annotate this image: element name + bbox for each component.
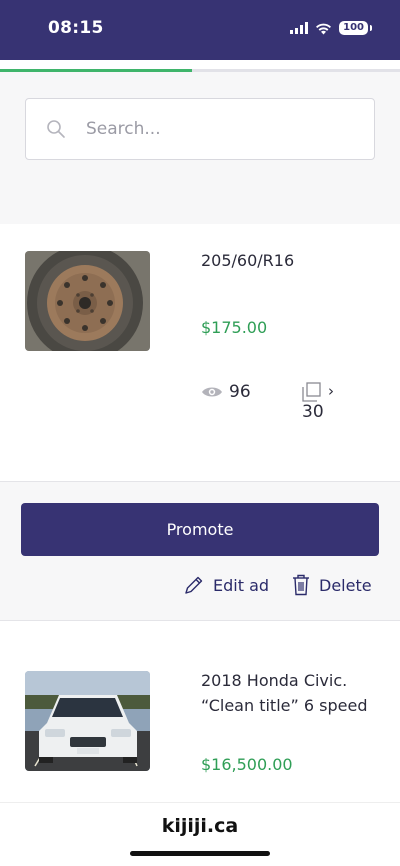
delete-button[interactable]: Delete <box>291 574 372 596</box>
listing-thumbnail[interactable] <box>25 251 150 351</box>
battery-indicator: 100 <box>339 21 372 35</box>
listing-title[interactable]: 205/60/R16 <box>201 248 386 273</box>
edit-ad-button[interactable]: Edit ad <box>183 574 269 596</box>
pencil-icon <box>185 576 203 594</box>
site-domain[interactable]: kijiji.ca <box>0 815 400 837</box>
status-time: 08:15 <box>48 18 104 38</box>
status-bar: 08:15 100 <box>0 0 400 60</box>
home-indicator[interactable] <box>130 851 270 856</box>
eye-icon <box>202 387 222 397</box>
edit-ad-label: Edit ad <box>213 575 270 595</box>
promote-button[interactable]: Promote <box>21 503 379 556</box>
views-count: 96 <box>229 382 251 402</box>
chevron-right-icon: › <box>328 382 334 400</box>
search-icon <box>47 120 65 138</box>
trash-icon <box>293 574 309 596</box>
search-box[interactable] <box>25 98 375 160</box>
search-input[interactable] <box>86 113 356 145</box>
wifi-icon <box>316 23 332 34</box>
browser-footer: kijiji.ca <box>0 802 400 866</box>
search-area <box>0 72 400 224</box>
listing-price: $175.00 <box>201 318 268 337</box>
listing-price: $16,500.00 <box>201 755 293 774</box>
listing-item[interactable]: 205/60/R16 $175.00 96 › 30 <box>0 224 400 480</box>
listing-title[interactable]: 2018 Honda Civic. “Clean title” 6 speed <box>201 668 386 718</box>
cellular-signal-icon <box>290 22 309 34</box>
listing-item[interactable]: 2018 Honda Civic. “Clean title” 6 speed … <box>0 622 400 802</box>
listing-thumbnail[interactable] <box>25 671 150 771</box>
steel-wheel-photo <box>25 251 150 351</box>
car-photo <box>25 671 150 771</box>
status-icons: 100 <box>290 21 372 35</box>
views-stat: 96 <box>201 382 251 402</box>
delete-label: Delete <box>319 575 372 595</box>
copies-stat[interactable]: › 30 <box>302 382 362 422</box>
copies-count: 30 <box>302 402 324 422</box>
copy-icon <box>302 382 321 402</box>
listing-actions: Promote Edit ad Delete <box>0 481 400 621</box>
